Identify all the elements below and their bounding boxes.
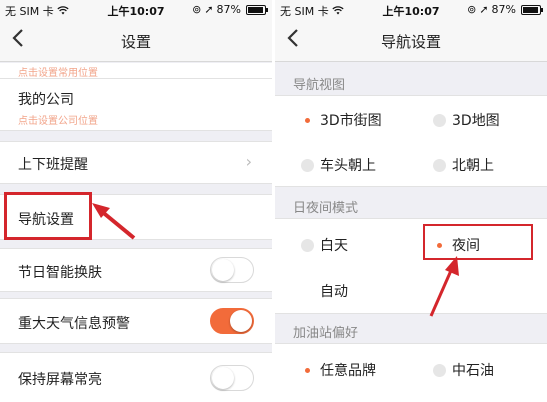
section-label-daynight: 日夜间模式 (293, 201, 359, 216)
nav-bar: 设置 (0, 20, 272, 62)
lock-rotation-icon: ⊚ (192, 3, 202, 16)
option-auto[interactable]: 自动 (301, 281, 348, 301)
option-3d-street[interactable]: 3D市街图 (301, 110, 382, 130)
view-options-group: 3D市街图 3D地图 车头朝上 北朝上 (275, 95, 547, 187)
status-bar: 无 SIM 卡 上午10:07 ⊚ ➚ 87% (275, 0, 547, 20)
section-label-view: 导航视图 (293, 78, 346, 93)
lock-rotation-icon: ⊚ (467, 3, 477, 16)
keep-screen-on-toggle[interactable] (210, 365, 254, 391)
annotation-arrow (92, 203, 136, 240)
radio-unselected (301, 238, 314, 252)
settings-screen: 无 SIM 卡 上午10:07 ⊚ ➚ 87% 设置 点击设置常用位置 我的公司… (0, 0, 272, 402)
gas-options-group: 任意品牌 中石油 (275, 343, 547, 402)
nav-bar: 导航设置 (275, 20, 547, 62)
weather-alert-label: 重大天气信息预警 (18, 316, 130, 332)
festival-skin-toggle[interactable] (210, 257, 254, 283)
page-title: 设置 (120, 33, 151, 51)
option-any-brand[interactable]: 任意品牌 (301, 360, 376, 380)
option-day[interactable]: 白天 (301, 235, 348, 255)
radio-unselected (433, 158, 446, 172)
option-heading-up[interactable]: 车头朝上 (301, 155, 376, 175)
option-petrochina[interactable]: 中石油 (433, 360, 494, 380)
page-title: 导航设置 (380, 33, 441, 51)
section-label-gas: 加油站偏好 (293, 326, 359, 341)
company-row[interactable]: 我的公司 点击设置公司位置 (0, 79, 272, 131)
annotation-highlight-box (4, 192, 92, 240)
company-label: 我的公司 (18, 92, 74, 108)
annotation-arrow (429, 256, 459, 317)
navigation-settings-screen: 无 SIM 卡 上午10:07 ⊚ ➚ 87% 导航设置 导航视图 3D市街图 … (275, 0, 547, 402)
festival-skin-label: 节日智能换肤 (18, 265, 102, 281)
option-north-up[interactable]: 北朝上 (433, 155, 494, 175)
weather-alert-toggle[interactable] (210, 308, 254, 334)
chevron-right-icon: › (245, 152, 252, 171)
radio-unselected (433, 363, 446, 377)
radio-selected (301, 363, 314, 377)
battery-percent: 87% (491, 3, 516, 16)
radio-unselected (301, 158, 314, 172)
home-hint: 点击设置常用位置 (18, 68, 98, 79)
battery-icon (246, 4, 268, 15)
status-bar: 无 SIM 卡 上午10:07 ⊚ ➚ 87% (0, 0, 272, 20)
radio-selected (301, 113, 314, 127)
weather-alert-row: 重大天气信息预警 (0, 298, 272, 344)
location-arrow-icon: ➚ (204, 3, 214, 16)
keep-screen-on-label: 保持屏幕常亮 (18, 372, 102, 388)
commute-reminder-label: 上下班提醒 (18, 157, 88, 173)
keep-screen-on-row: 保持屏幕常亮 (0, 352, 272, 402)
battery-icon (521, 4, 543, 15)
battery-percent: 87% (216, 3, 241, 16)
location-arrow-icon: ➚ (479, 3, 489, 16)
festival-skin-row: 节日智能换肤 (0, 248, 272, 292)
company-hint: 点击设置公司位置 (18, 116, 98, 127)
radio-unselected (433, 113, 446, 127)
home-location-row[interactable]: 点击设置常用位置 (0, 63, 272, 79)
commute-reminder-row[interactable]: 上下班提醒 › (0, 141, 272, 184)
option-3d-map[interactable]: 3D地图 (433, 110, 500, 130)
